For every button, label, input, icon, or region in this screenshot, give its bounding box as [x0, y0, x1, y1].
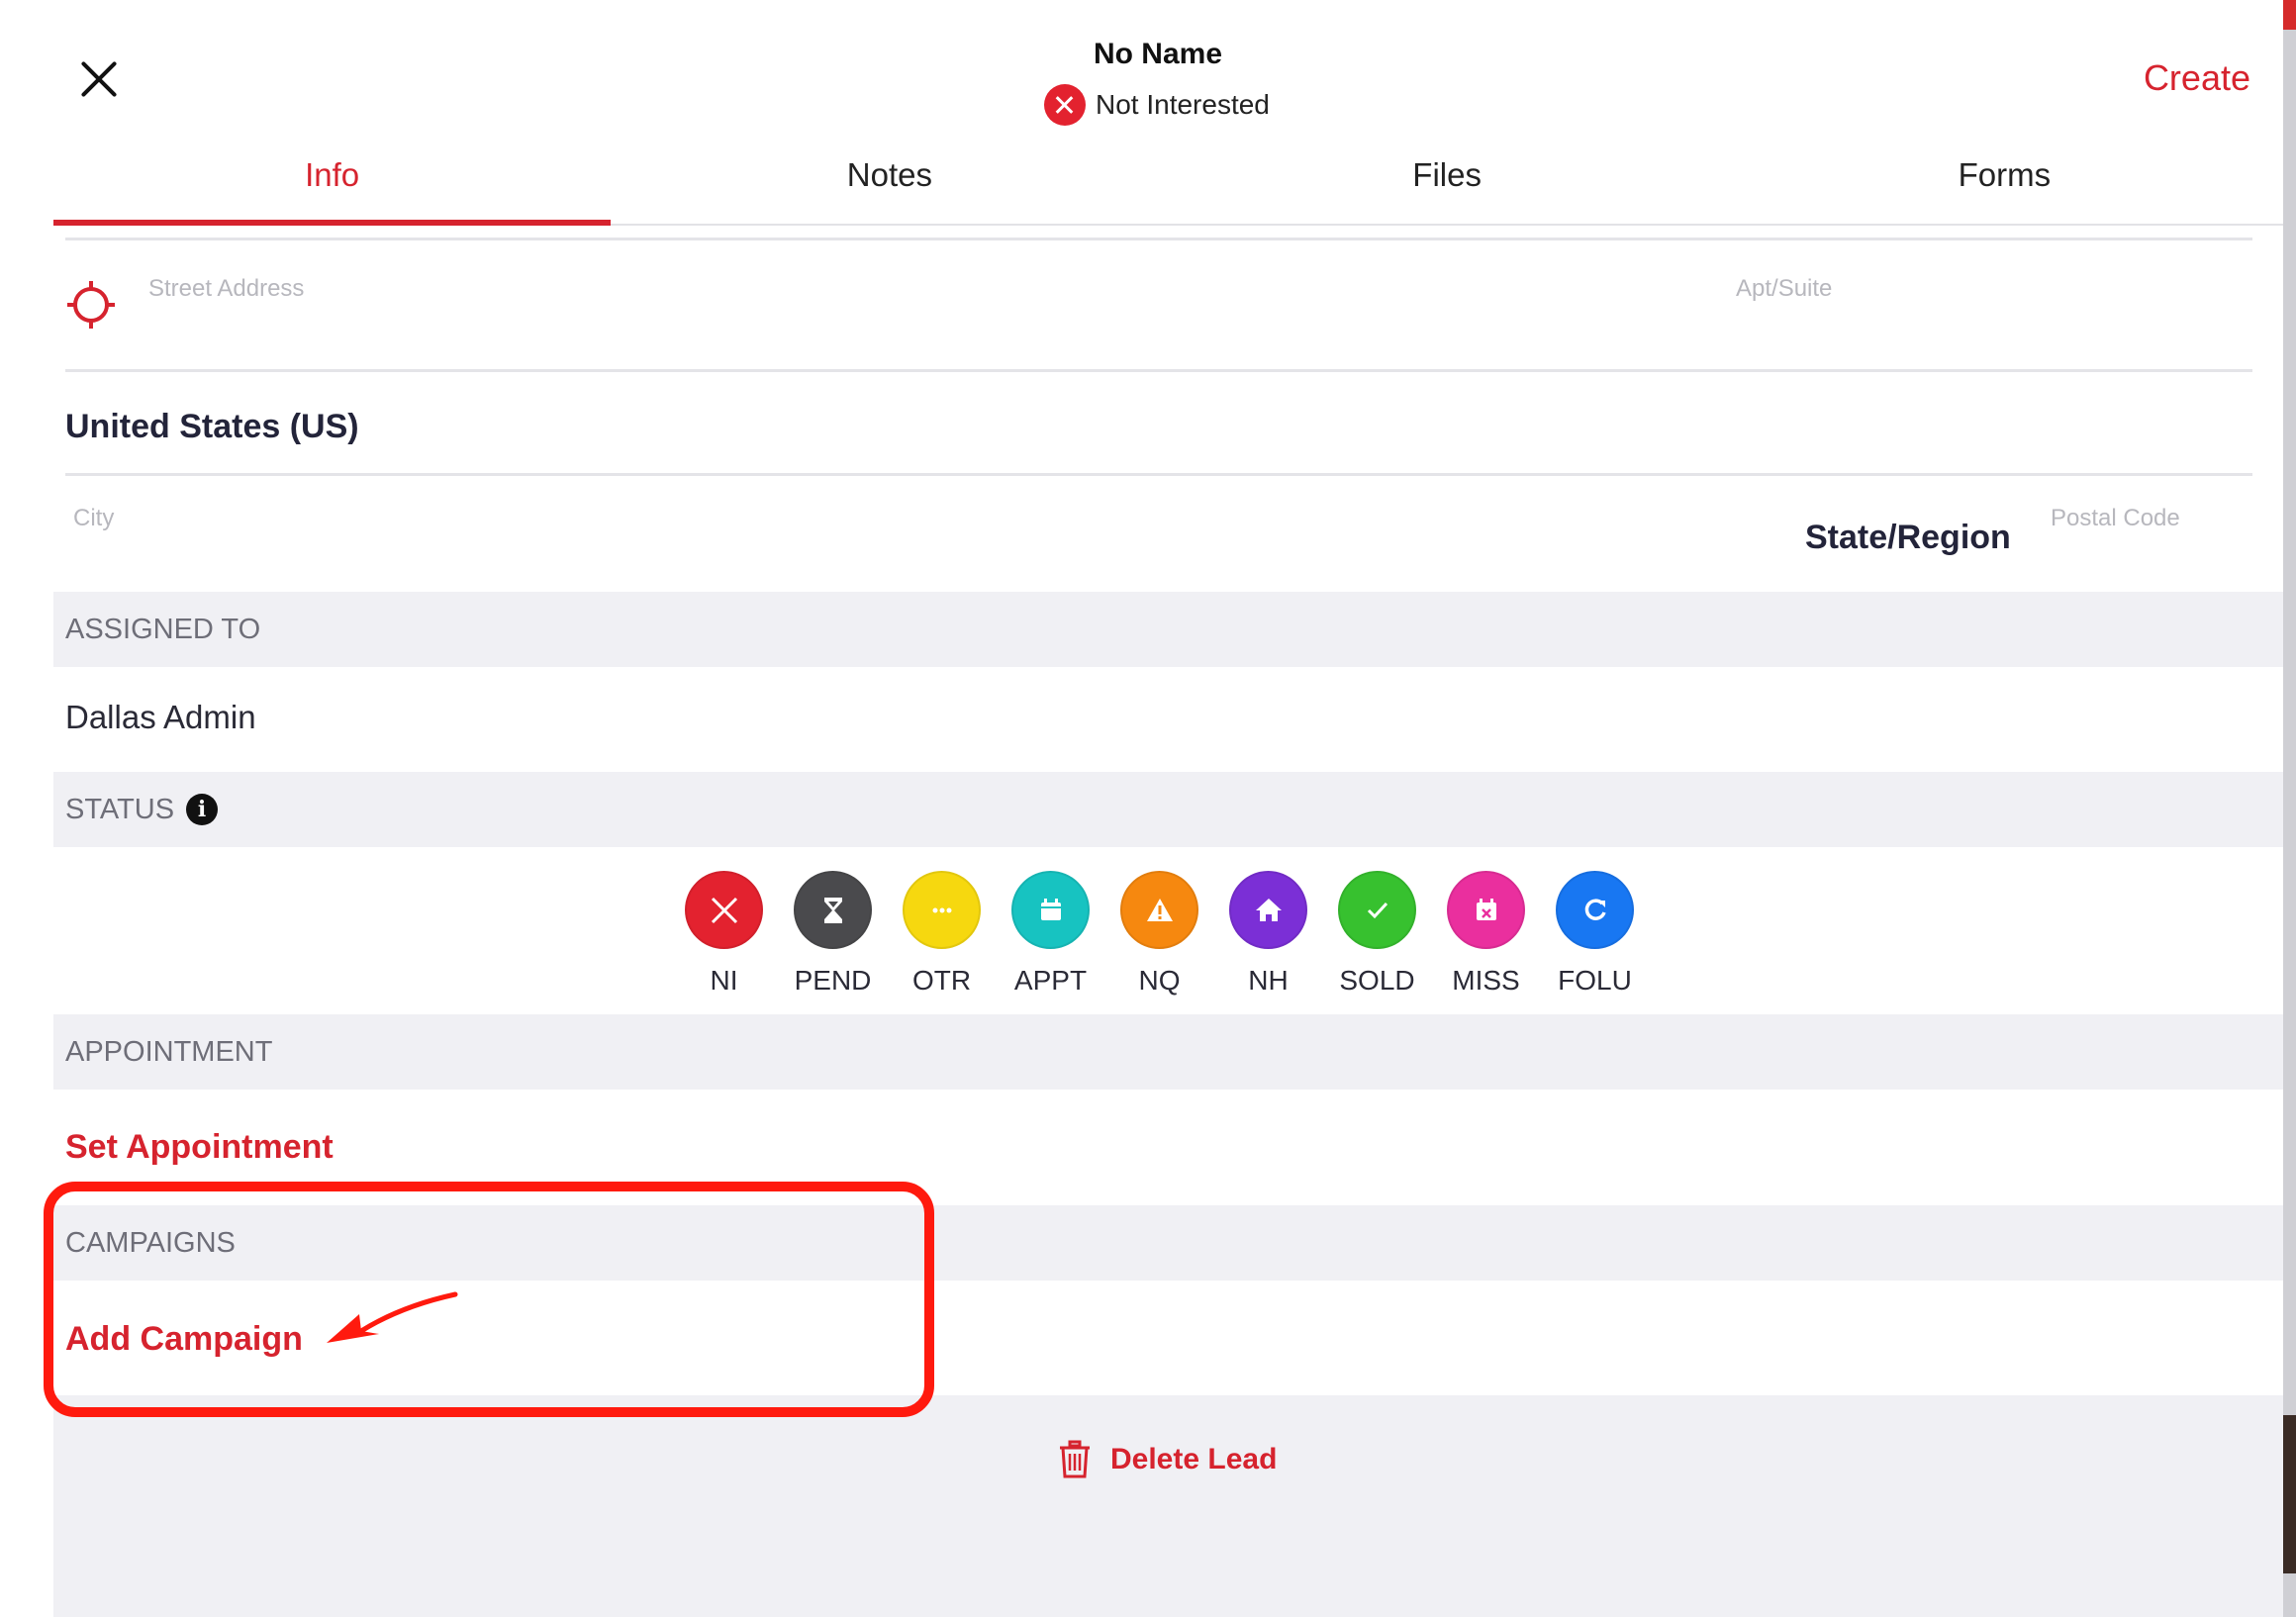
lead-status-indicator: Not Interested — [1044, 83, 1270, 127]
status-option-nh[interactable]: NH — [1229, 871, 1307, 997]
annotation-arrow-icon — [327, 1291, 458, 1343]
edge-accent-bottom — [2283, 1415, 2296, 1573]
check-icon — [1338, 871, 1416, 949]
trash-icon — [1060, 1440, 1090, 1478]
divider — [65, 369, 2252, 372]
country-select[interactable]: United States (US) — [65, 408, 359, 446]
tab-info[interactable]: Info — [53, 146, 612, 226]
status-option-folu[interactable]: FOLU — [1556, 871, 1634, 997]
status-option-otr[interactable]: OTR — [903, 871, 981, 997]
close-icon[interactable] — [77, 57, 121, 101]
state-region-select[interactable]: State/Region — [1805, 519, 2011, 557]
status-option-sold[interactable]: SOLD — [1338, 871, 1416, 997]
status-label: FOLU — [1558, 965, 1632, 996]
lead-editor-screen: No Name Not Interested Create Info Notes… — [0, 0, 2296, 1617]
warning-icon — [1120, 871, 1198, 949]
status-label: MISS — [1452, 965, 1520, 996]
assigned-to-header-label: ASSIGNED TO — [65, 613, 261, 645]
ellipsis-icon — [903, 871, 981, 949]
set-appointment-button[interactable]: Set Appointment — [65, 1128, 334, 1167]
status-options: NI PEND OTR APPT NQ NH SOLD MISS FOLU — [685, 871, 1634, 997]
apt-suite-input[interactable]: Apt/Suite — [1736, 275, 1832, 303]
lead-name-title: No Name — [1093, 38, 1223, 70]
hourglass-icon — [794, 871, 872, 949]
edge-accent-top — [2283, 0, 2296, 30]
annotation-highlight-box — [44, 1182, 934, 1417]
postal-code-input[interactable]: Postal Code — [2051, 505, 2180, 532]
assigned-to-value[interactable]: Dallas Admin — [65, 699, 256, 736]
status-label: OTR — [911, 965, 972, 996]
tab-files[interactable]: Files — [1169, 146, 1726, 224]
status-label: PEND — [794, 965, 872, 996]
status-label: SOLD — [1339, 965, 1415, 996]
street-address-input[interactable]: Street Address — [148, 275, 304, 303]
calendar-icon — [1011, 871, 1090, 949]
crosshair-icon[interactable] — [65, 279, 117, 331]
status-label: APPT — [1013, 965, 1088, 996]
tab-forms[interactable]: Forms — [1726, 146, 2283, 224]
footer-area — [53, 1395, 2283, 1617]
divider — [65, 238, 2252, 240]
status-option-ni[interactable]: NI — [685, 871, 763, 997]
x-icon — [685, 871, 763, 949]
x-circle-icon — [1044, 84, 1086, 126]
status-label: NH — [1248, 965, 1289, 996]
status-label: NQ — [1138, 965, 1181, 996]
lead-status-text: Not Interested — [1096, 89, 1270, 120]
city-input[interactable]: City — [73, 505, 114, 532]
create-button[interactable]: Create — [2144, 57, 2250, 99]
tab-bar: Info Notes Files Forms — [53, 146, 2283, 226]
status-option-appt[interactable]: APPT — [1011, 871, 1090, 997]
assigned-to-header: ASSIGNED TO — [53, 592, 2283, 667]
status-option-miss[interactable]: MISS — [1447, 871, 1525, 997]
background-window-edge — [2283, 0, 2296, 1617]
tab-notes[interactable]: Notes — [611, 146, 1168, 224]
delete-lead-button[interactable]: Delete Lead — [1057, 1440, 1277, 1479]
status-label: NI — [710, 965, 738, 996]
status-option-nq[interactable]: NQ — [1120, 871, 1198, 997]
status-header-label: STATUS — [65, 793, 175, 825]
appointment-header: APPOINTMENT — [53, 1014, 2283, 1090]
status-option-pend[interactable]: PEND — [794, 871, 872, 997]
home-icon — [1229, 871, 1307, 949]
calendar-x-icon — [1447, 871, 1525, 949]
info-icon[interactable]: i — [186, 794, 219, 825]
divider — [65, 473, 2252, 476]
refresh-icon — [1556, 871, 1634, 949]
status-header: STATUS i — [53, 772, 2283, 847]
appointment-header-label: APPOINTMENT — [65, 1035, 273, 1068]
delete-lead-label: Delete Lead — [1110, 1443, 1278, 1475]
